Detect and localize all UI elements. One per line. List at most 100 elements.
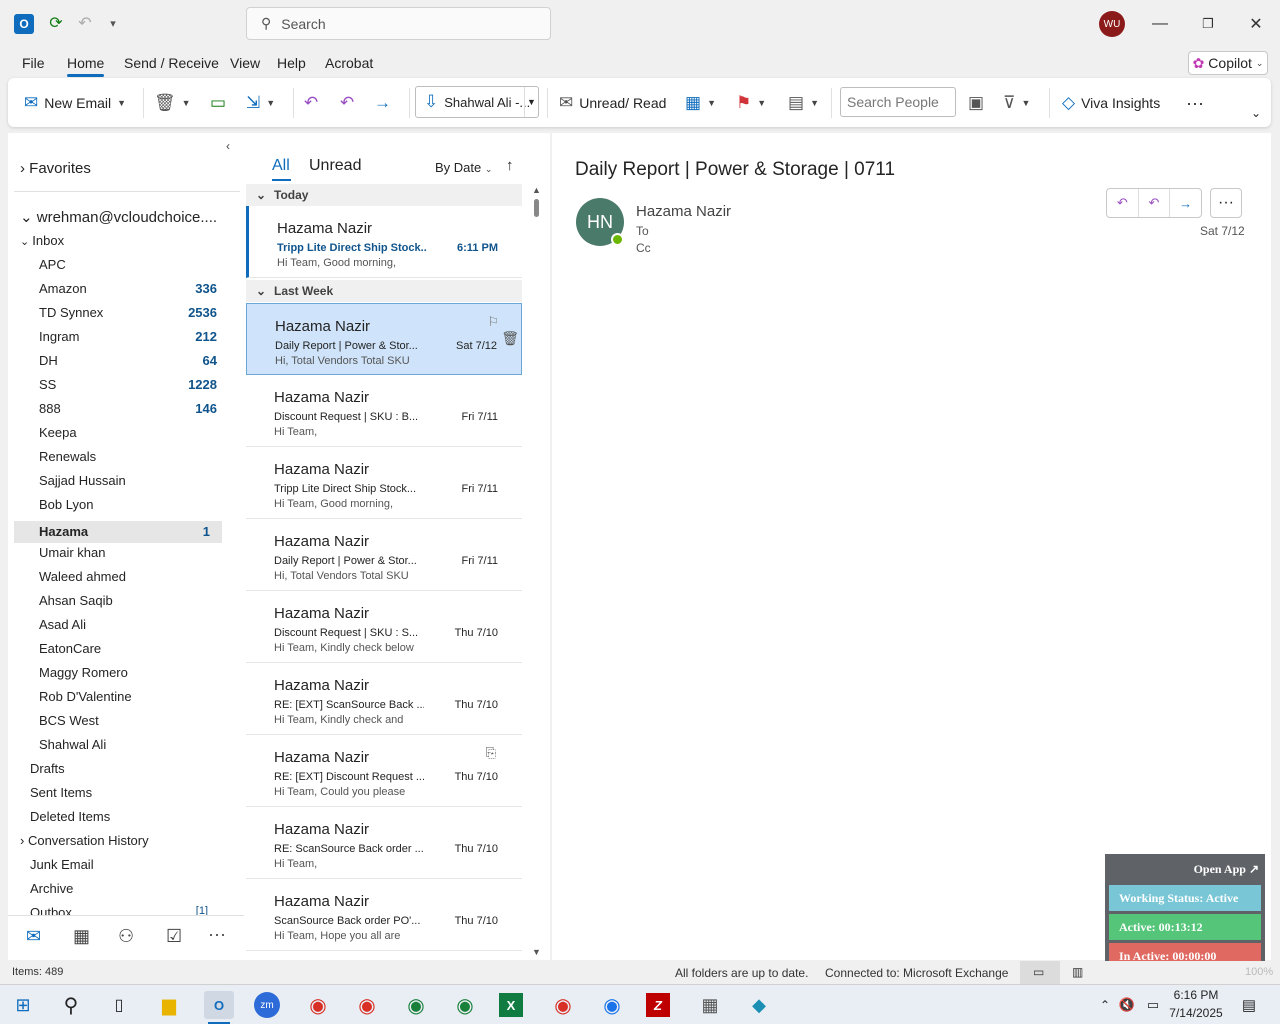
folder-shahwal-ali[interactable]: Shahwal Ali	[39, 737, 229, 752]
menu-help[interactable]: Help	[277, 55, 306, 71]
chrome-icon[interactable]: ◉	[401, 991, 431, 1019]
message-item[interactable]: Hazama Nazir ScanSource Back order PO'...…	[246, 879, 522, 951]
people-icon[interactable]: ⚇	[118, 926, 134, 947]
message-item[interactable]: Hazama Nazir Discount Request | SKU : S..…	[246, 591, 522, 663]
folder-sent-items[interactable]: Sent Items	[30, 785, 220, 800]
folder-ingram[interactable]: Ingram 212	[39, 329, 229, 344]
folder-renewals[interactable]: Renewals	[39, 449, 229, 464]
undo-icon[interactable]: ↶	[74, 12, 96, 34]
favorites-header[interactable]: › Favorites	[20, 160, 91, 177]
sender-name[interactable]: Hazama Nazir	[636, 203, 731, 220]
folder-waleed-ahmed[interactable]: Waleed ahmed	[39, 569, 229, 584]
more-actions-icon[interactable]: ···	[1210, 188, 1242, 218]
chrome-icon[interactable]: ◉	[548, 991, 578, 1019]
folder-amazon[interactable]: Amazon 336	[39, 281, 229, 296]
open-app-link[interactable]: Open App ↗	[1194, 862, 1259, 877]
sort-direction-icon[interactable]: ↑	[506, 157, 514, 174]
move-button[interactable]: ⇲ ▼	[246, 92, 275, 114]
clock[interactable]: 6:16 PM 7/14/2025	[1164, 988, 1228, 1020]
message-item[interactable]: Hazama Nazir Tripp Lite Direct Ship Stock…	[246, 447, 522, 519]
scroll-up-icon[interactable]: ▲	[532, 185, 541, 195]
copilot-button[interactable]: ✿ Copilot ⌄	[1188, 51, 1268, 75]
menu-view[interactable]: View	[230, 55, 260, 71]
search-box[interactable]: ⚲ Search	[246, 7, 551, 40]
flag-button[interactable]: ⚑ ▼	[736, 92, 766, 114]
scrollbar[interactable]: ▲ ▼	[532, 185, 542, 960]
close-icon[interactable]: ✕	[1241, 10, 1271, 38]
message-item[interactable]: Hazama Nazir Daily Report | Power & Stor.…	[246, 519, 522, 591]
chrome-icon[interactable]: ◉	[597, 991, 627, 1019]
move-to-folder-button[interactable]: ⇩ Shahwal Ali -...	[424, 91, 530, 113]
delete-icon[interactable]: 🗑	[501, 330, 519, 347]
task-view-icon[interactable]: ▯	[104, 991, 134, 1019]
file-explorer-icon[interactable]: ▆	[154, 991, 184, 1019]
folder-ss[interactable]: SS 1228	[39, 377, 229, 392]
quick-steps-box[interactable]: ⇩ Shahwal Ali -... ▼	[415, 86, 539, 118]
message-item[interactable]: Hazama Nazir RE: [EXT] ScanSource Back ..…	[246, 663, 522, 735]
folder-deleted-items[interactable]: Deleted Items	[30, 809, 220, 824]
folder-umair-khan[interactable]: Umair khan	[39, 545, 229, 560]
search-people-input[interactable]: Search People	[840, 87, 956, 117]
folder-archive[interactable]: Archive	[30, 881, 220, 896]
inbox-folder[interactable]: ⌄ Inbox	[20, 233, 64, 248]
collapse-pane-icon[interactable]: ‹	[226, 139, 230, 153]
folder-hazama[interactable]: Hazama 1	[14, 521, 222, 543]
viva-insights-button[interactable]: ◇ Viva Insights	[1062, 92, 1160, 114]
reading-view-icon[interactable]: ▥	[1072, 965, 1083, 979]
flag-icon[interactable]: ⚐	[487, 314, 499, 330]
forward-button[interactable]: →	[374, 92, 391, 114]
reply-button[interactable]: ↶	[304, 92, 318, 114]
folder-eatoncare[interactable]: EatonCare	[39, 641, 229, 656]
menu-acrobat[interactable]: Acrobat	[325, 55, 373, 71]
folder-ahsan-saqib[interactable]: Ahsan Saqib	[39, 593, 229, 608]
new-email-button[interactable]: ✉ New Email ▼	[24, 92, 126, 114]
folder-keepa[interactable]: Keepa	[39, 425, 229, 440]
minimize-icon[interactable]: —	[1145, 10, 1175, 38]
search-icon[interactable]: ⚲	[56, 991, 86, 1019]
menu-send-receive[interactable]: Send / Receive	[124, 55, 219, 71]
folder-drafts[interactable]: Drafts	[30, 761, 220, 776]
message-item[interactable]: Hazama Nazir Tripp Lite Direct Ship Stock…	[246, 206, 522, 278]
menu-file[interactable]: File	[22, 55, 45, 71]
folder-junk-email[interactable]: Junk Email	[30, 857, 220, 872]
delete-button[interactable]: 🗑 ▼	[154, 92, 191, 114]
message-item[interactable]: Hazama Nazir RE: ScanSource Back order ..…	[246, 807, 522, 879]
tasks-icon[interactable]: ☑	[166, 926, 182, 947]
chrome-icon[interactable]: ◉	[450, 991, 480, 1019]
windows-start-icon[interactable]: ⊞	[8, 991, 38, 1019]
sort-by-date-button[interactable]: By Date ⌄	[435, 160, 492, 175]
zoom-app-icon[interactable]: zm	[254, 992, 280, 1018]
zoom-level[interactable]: 100%	[1245, 966, 1273, 978]
more-options-icon[interactable]: ···	[1186, 92, 1204, 114]
folder-conversation-history[interactable]: › Conversation History	[20, 833, 210, 848]
scrollbar-thumb[interactable]	[534, 199, 539, 217]
reply-all-button[interactable]: ↶	[340, 92, 354, 114]
folder-rob-d-valentine[interactable]: Rob D'Valentine	[39, 689, 229, 704]
folder-asad-ali[interactable]: Asad Ali	[39, 617, 229, 632]
folder-bcs-west[interactable]: BCS West	[39, 713, 229, 728]
restore-icon[interactable]: ❐	[1193, 10, 1223, 38]
folder-maggy-romero[interactable]: Maggy Romero	[39, 665, 229, 680]
chrome-icon[interactable]: ◉	[303, 991, 333, 1019]
categorize-button[interactable]: ▦ ▼	[685, 92, 716, 114]
excel-icon[interactable]: X	[499, 993, 523, 1017]
message-item[interactable]: Hazama Nazir RE: [EXT] Discount Request .…	[246, 735, 522, 807]
folder-dh[interactable]: DH 64	[39, 353, 229, 368]
group-header-today[interactable]: ⌄ Today	[246, 184, 522, 206]
calculator-icon[interactable]: ▦	[695, 991, 725, 1019]
menu-home[interactable]: Home	[67, 55, 105, 77]
archive-button[interactable]: ▭	[210, 92, 226, 114]
mail-icon[interactable]: ✉	[26, 926, 41, 947]
tab-all[interactable]: All	[272, 157, 290, 175]
address-book-button[interactable]: ▣	[968, 92, 984, 114]
unread-read-button[interactable]: ✉ Unread/ Read	[559, 92, 666, 114]
calendar-icon[interactable]: ▦	[73, 926, 90, 947]
customize-toolbar-icon[interactable]: ▾	[102, 12, 124, 34]
chevron-down-icon[interactable]: ▼	[524, 87, 538, 117]
user-avatar[interactable]: WU	[1099, 11, 1125, 37]
message-item[interactable]: Hazama Nazir Daily Report | Power & Stor.…	[246, 303, 522, 375]
folder-888[interactable]: 888 146	[39, 401, 229, 416]
folder-sajjad-hussain[interactable]: Sajjad Hussain	[39, 473, 229, 488]
forward-icon[interactable]: →	[1170, 189, 1201, 217]
more-apps-icon[interactable]: ···	[208, 924, 226, 945]
